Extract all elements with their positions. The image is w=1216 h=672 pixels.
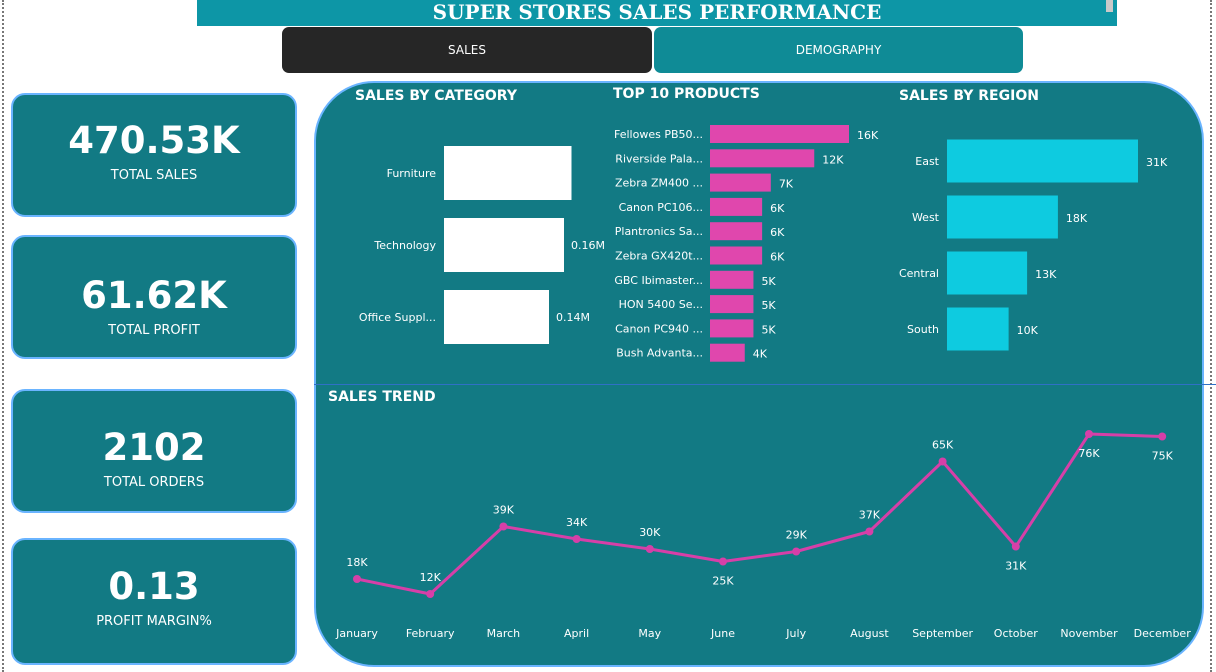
product-value-label: 5K [761, 323, 776, 336]
charts-canvas: Furniture Technology 0.16M Office Suppl... 0… [335, 125, 1192, 640]
product-bar [710, 343, 745, 362]
region-label: Central [899, 267, 939, 280]
region-value-label: 13K [1035, 268, 1057, 281]
trend-value-label: 29K [786, 529, 808, 542]
product-bar [710, 295, 754, 314]
category-bar [444, 218, 564, 272]
trend-month-label: January [335, 627, 378, 640]
category-label: Office Suppl... [359, 311, 436, 324]
category-bar [444, 146, 572, 200]
trend-line [356, 432, 1163, 596]
category-label: Technology [373, 239, 436, 252]
trend-month-label: December [1134, 627, 1192, 640]
trend-month-label: August [850, 627, 889, 640]
trend-point [499, 522, 508, 531]
product-label: Fellowes PB50... [614, 128, 703, 141]
product-value-label: 12K [822, 153, 844, 166]
product-label: Riverside Pala... [615, 152, 703, 165]
product-value-label: 6K [770, 202, 785, 215]
trend-value-label: 12K [420, 571, 442, 584]
category-value-label: 0.16M [571, 239, 605, 252]
trend-point [1085, 430, 1093, 438]
trend-point [1011, 542, 1020, 551]
product-label: Zebra ZM400 ... [615, 177, 703, 190]
category-bar [444, 290, 549, 344]
trend-point [792, 547, 801, 556]
trend-value-label: 37K [859, 509, 881, 522]
trend-value-label: 76K [1078, 447, 1100, 460]
product-value-label: 7K [779, 178, 794, 191]
region-value-label: 10K [1017, 324, 1039, 337]
trend-value-label: 65K [932, 439, 954, 452]
product-value-label: 6K [770, 251, 785, 264]
trend-month-label: May [638, 627, 661, 640]
product-value-label: 16K [857, 129, 879, 142]
category-label: Furniture [387, 167, 437, 180]
product-label: Plantronics Sa... [615, 225, 703, 238]
product-bar [710, 222, 763, 241]
trend-value-label: 25K [712, 575, 734, 588]
trend-month-label: November [1060, 627, 1118, 640]
product-label: Zebra GX420t... [615, 250, 703, 263]
trend-month-label: October [994, 627, 1038, 640]
category-value-label: 0.14M [556, 311, 590, 324]
trend-value-label: 39K [493, 504, 515, 517]
trend-point [572, 535, 581, 543]
trend-point [719, 557, 727, 566]
product-value-label: 5K [761, 299, 776, 312]
trend-value-label: 30K [639, 526, 661, 539]
product-value-label: 6K [770, 226, 785, 239]
trend-value-label: 75K [1152, 450, 1174, 463]
product-bar [710, 246, 763, 265]
region-value-label: 18K [1066, 212, 1088, 225]
product-value-label: 5K [761, 275, 776, 288]
trend-point [353, 575, 361, 583]
trend-month-label: June [710, 627, 735, 640]
product-label: Canon PC940 ... [615, 322, 703, 335]
region-label: South [907, 323, 939, 336]
product-label: Bush Advanta... [616, 347, 703, 360]
trend-month-label: April [564, 627, 589, 640]
region-bar [947, 195, 1058, 239]
region-label: East [915, 155, 939, 168]
trend-value-label: 34K [566, 516, 588, 529]
product-bar [710, 149, 815, 168]
product-bar [710, 270, 754, 289]
product-bar [710, 319, 754, 338]
product-bar [710, 197, 763, 216]
product-value-label: 4K [753, 348, 768, 361]
trend-point [865, 527, 874, 536]
trend-month-label: July [785, 627, 806, 640]
product-label: HON 5400 Se... [619, 298, 703, 311]
trend-point [645, 545, 654, 553]
trend-value-label: 31K [1005, 560, 1027, 573]
product-label: GBC Ibimaster... [614, 274, 703, 287]
region-bar [947, 307, 1009, 351]
trend-value-label: 18K [346, 556, 368, 569]
region-bar [947, 139, 1138, 183]
trend-point [1158, 432, 1167, 441]
trend-point [426, 590, 435, 598]
region-label: West [912, 211, 940, 224]
region-bar [947, 251, 1028, 295]
trend-month-label: February [406, 627, 455, 640]
product-bar [710, 173, 771, 192]
trend-point [938, 457, 947, 466]
trend-month-label: March [487, 627, 521, 640]
trend-month-label: September [912, 627, 973, 640]
product-label: Canon PC106... [619, 201, 703, 214]
region-value-label: 31K [1146, 156, 1168, 169]
product-bar [710, 125, 849, 143]
